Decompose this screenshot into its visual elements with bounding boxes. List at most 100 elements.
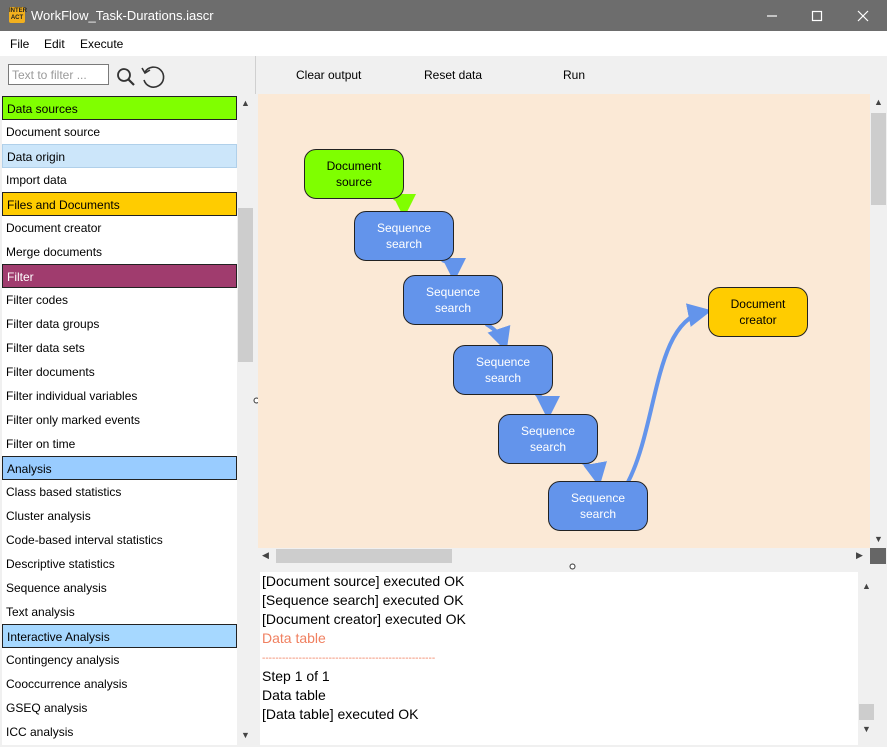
category-data-sources[interactable]: Data sources [2, 96, 237, 120]
app-logo-icon: INTER ACT [9, 7, 27, 23]
scrollbar-corner [870, 548, 886, 564]
reset-data-button[interactable]: Reset data [424, 68, 482, 82]
output-scrollbar[interactable]: ▲ ▼ [858, 578, 875, 738]
canvas-horizontal-scrollbar[interactable]: ◀ ▶ [258, 548, 870, 564]
connector-source-to-search-1 [391, 193, 416, 218]
tool-item-filter-individual-variables[interactable]: Filter individual variables [2, 384, 237, 408]
output-line: [Document creator] executed OK [262, 611, 466, 627]
node-label-line2: search [434, 301, 471, 315]
title-bar: INTER ACT WorkFlow_Task-Durations.iascr [0, 0, 887, 31]
tool-item-filter-only-marked-events[interactable]: Filter only marked events [2, 408, 237, 432]
minimize-icon [767, 14, 777, 17]
tool-item-merge-documents[interactable]: Merge documents [2, 240, 237, 264]
menu-file[interactable]: File [10, 37, 29, 51]
node-label-line2: search [579, 507, 616, 521]
output-line: Data table [262, 630, 326, 646]
node-label-line1: Sequence [475, 355, 531, 369]
category-data-origin[interactable]: Data origin [2, 144, 237, 168]
node-sequence-search-2[interactable]: Sequence search [403, 275, 503, 325]
node-label-line2: search [484, 371, 521, 385]
output-panel[interactable]: [Document source] executed OK [Sequence s… [260, 572, 858, 745]
connector-search-2-to-3 [484, 322, 511, 352]
tool-item-filter-documents[interactable]: Filter documents [2, 360, 237, 384]
left-panel: Text to filter ... Data sources Document … [0, 56, 255, 747]
scroll-up-icon[interactable]: ▲ [862, 581, 871, 591]
workflow-canvas[interactable]: Document source Sequence search Sequence se… [258, 94, 870, 548]
tool-item-contingency-analysis[interactable]: Contingency analysis [2, 648, 237, 672]
tool-item-document-source[interactable]: Document source [2, 120, 237, 144]
category-files-and-documents[interactable]: Files and Documents [2, 192, 237, 216]
node-label-line2: search [529, 440, 566, 454]
maximize-button[interactable] [794, 0, 840, 31]
category-interactive-analysis[interactable]: Interactive Analysis [2, 624, 237, 648]
node-document-source[interactable]: Document source [304, 149, 404, 199]
node-label-line2: source [335, 175, 372, 189]
output-line: [Sequence search] executed OK [262, 592, 464, 608]
node-label-line2: creator [739, 313, 777, 327]
output-scroll-thumb[interactable] [859, 704, 874, 720]
category-analysis[interactable]: Analysis [2, 456, 237, 480]
node-sequence-search-4[interactable]: Sequence search [498, 414, 598, 464]
window-title: WorkFlow_Task-Durations.iascr [31, 8, 214, 23]
output-splitter-handle[interactable] [568, 562, 577, 571]
scroll-down-icon[interactable]: ▼ [862, 724, 871, 734]
scroll-up-icon[interactable]: ▲ [241, 98, 250, 108]
output-line: Data table [262, 687, 326, 703]
clear-output-button[interactable]: Clear output [296, 68, 361, 82]
tool-item-gseq-analysis[interactable]: GSEQ analysis [2, 696, 237, 720]
connector-search-3-to-4 [535, 392, 560, 420]
reset-filter-icon[interactable] [139, 63, 167, 91]
scroll-left-icon[interactable]: ◀ [262, 550, 269, 561]
tool-item-descriptive-statistics[interactable]: Descriptive statistics [2, 552, 237, 576]
tool-item-cooccurrence-analysis[interactable]: Cooccurrence analysis [2, 672, 237, 696]
tool-item-class-based-statistics[interactable]: Class based statistics [2, 480, 237, 504]
tool-item-filter-data-groups[interactable]: Filter data groups [2, 312, 237, 336]
tool-list-scrollbar[interactable]: ▲ ▼ [237, 96, 254, 745]
close-button[interactable] [840, 0, 886, 31]
filter-input[interactable]: Text to filter ... [8, 64, 109, 85]
node-sequence-search-1[interactable]: Sequence search [354, 211, 454, 261]
canvas-vertical-scrollbar[interactable]: ▲ ▼ [870, 94, 887, 548]
scroll-down-icon[interactable]: ▼ [874, 534, 883, 544]
tool-item-filter-on-time[interactable]: Filter on time [2, 432, 237, 456]
maximize-icon [811, 10, 823, 21]
connector-search-5-to-creator [626, 303, 712, 483]
tool-item-code-based-interval-statistics[interactable]: Code-based interval statistics [2, 528, 237, 552]
tool-item-document-creator[interactable]: Document creator [2, 216, 237, 240]
node-label-line1: Document [326, 159, 382, 173]
tool-item-filter-codes[interactable]: Filter codes [2, 288, 237, 312]
node-sequence-search-5[interactable]: Sequence search [548, 481, 648, 531]
output-line: Step 1 of 1 [262, 668, 330, 684]
menu-edit[interactable]: Edit [44, 37, 65, 51]
scroll-down-icon[interactable]: ▼ [241, 730, 250, 740]
tool-item-sequence-analysis[interactable]: Sequence analysis [2, 576, 237, 600]
run-button[interactable]: Run [563, 68, 585, 82]
node-sequence-search-3[interactable]: Sequence search [453, 345, 553, 395]
scroll-right-icon[interactable]: ▶ [856, 550, 863, 561]
node-label-line2: search [385, 237, 422, 251]
node-label-line1: Sequence [376, 221, 432, 235]
menu-execute[interactable]: Execute [80, 37, 123, 51]
tool-list: Data sources Document source Data origin Im… [2, 96, 237, 745]
tool-item-icc-analysis[interactable]: ICC analysis [2, 720, 237, 744]
tool-item-cluster-analysis[interactable]: Cluster analysis [2, 504, 237, 528]
node-document-creator[interactable]: Document creator [708, 287, 808, 337]
connector-search-4-to-5 [581, 460, 607, 487]
node-label-line1: Sequence [570, 491, 626, 505]
canvas-vertical-scroll-thumb[interactable] [871, 113, 886, 205]
scroll-up-icon[interactable]: ▲ [874, 97, 883, 107]
output-line: [Data table] executed OK [262, 706, 419, 722]
canvas-horizontal-scroll-thumb[interactable] [276, 549, 452, 563]
menu-bar: File Edit Execute [0, 31, 887, 56]
tool-item-filter-data-sets[interactable]: Filter data sets [2, 336, 237, 360]
output-line: ----------------------------------------… [262, 653, 436, 664]
node-label-line1: Sequence [520, 424, 576, 438]
toolbar: Clear output Reset data Run [255, 56, 887, 94]
node-label-line1: Sequence [425, 285, 481, 299]
category-filter[interactable]: Filter [2, 264, 237, 288]
tool-item-text-analysis[interactable]: Text analysis [2, 600, 237, 624]
minimize-button[interactable] [749, 0, 795, 31]
tool-item-import-data[interactable]: Import data [2, 168, 237, 192]
tool-list-scroll-thumb[interactable] [238, 208, 253, 362]
search-icon[interactable] [115, 66, 137, 88]
